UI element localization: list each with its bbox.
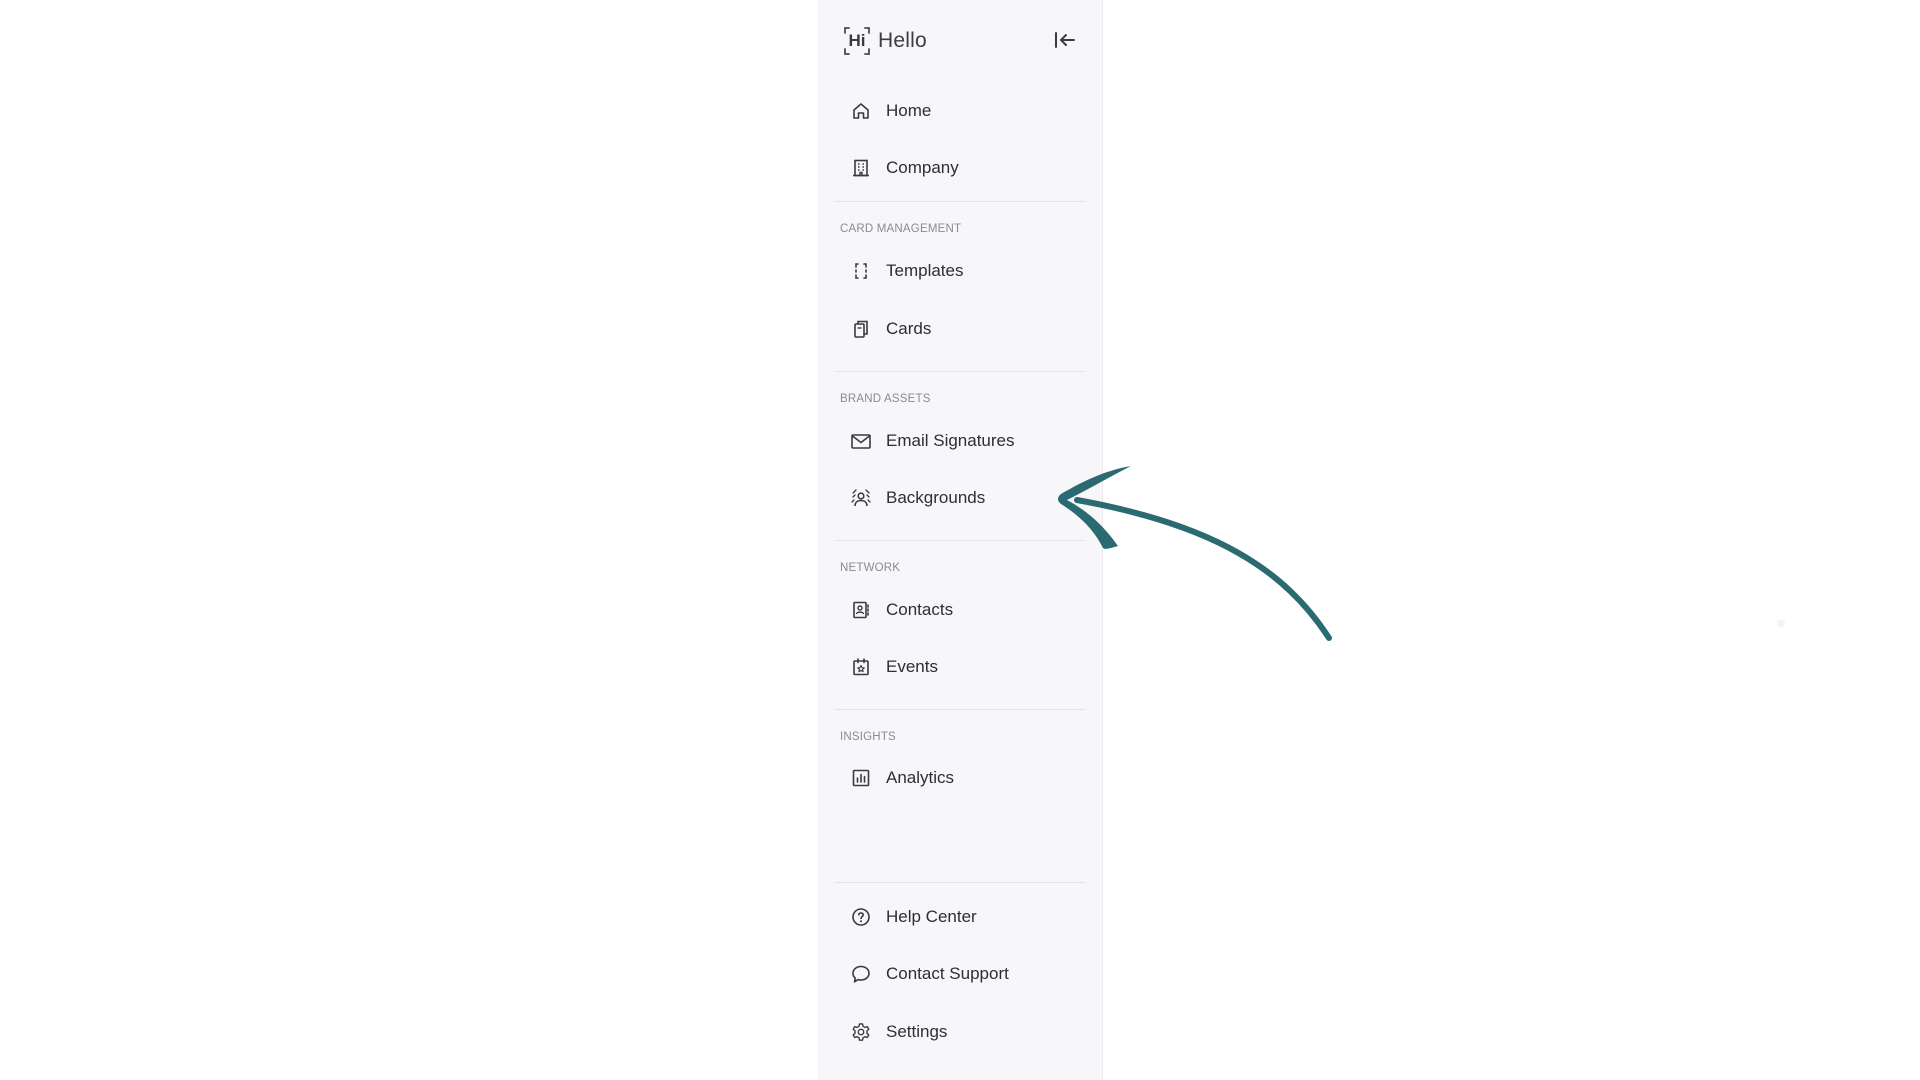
nav-item-contact-support[interactable]: Contact Support [844,954,1074,994]
divider [835,540,1085,541]
divider [835,882,1085,883]
brand[interactable]: Hi Hello [842,24,927,58]
nav-item-label: Contact Support [886,964,1009,983]
nav-item-contacts[interactable]: Contacts [844,590,1074,630]
nav-item-home[interactable]: Home [844,91,1074,131]
nav-item-help-center[interactable]: Help Center [844,897,1074,937]
calendar-star-icon [850,656,872,678]
nav-item-analytics[interactable]: Analytics [844,758,1074,798]
divider [835,371,1085,372]
nav-item-label: Cards [886,319,932,338]
contact-book-icon [850,599,872,621]
nav-item-label: Help Center [886,907,977,926]
building-icon [850,157,872,179]
divider [835,201,1085,202]
help-circle-icon [850,906,872,928]
nav-item-label: Home [886,101,932,120]
home-icon [850,100,872,122]
cards-stack-icon [850,318,872,340]
gear-icon [850,1021,872,1043]
section-title-card-management: CARD MANAGEMENT [840,223,962,235]
nav-item-label: Email Signatures [886,431,1015,450]
nav-item-label: Templates [886,261,964,280]
brand-name: Hello [878,29,927,52]
page: Hi Hello Home Company CARD MANAGEMENT Te… [0,0,1920,1080]
template-frame-icon [850,260,872,282]
nav-item-settings[interactable]: Settings [844,1012,1074,1052]
section-title-network: NETWORK [840,562,901,574]
bar-chart-icon [850,767,872,789]
chat-bubble-icon [850,963,872,985]
logo-bracket-icon [844,27,870,55]
divider [835,709,1085,710]
section-title-brand-assets: BRAND ASSETS [840,393,931,405]
nav-item-label: Events [886,657,938,676]
nav-item-templates[interactable]: Templates [844,251,1074,291]
collapse-sidebar-button[interactable] [1052,27,1078,53]
nav-item-label: Contacts [886,600,954,619]
mail-icon [850,430,872,452]
annotation-arrow [1058,466,1332,641]
background-person-icon [850,487,872,509]
nav-item-cards[interactable]: Cards [844,309,1074,349]
nav-item-backgrounds[interactable]: Backgrounds [844,478,1074,518]
nav-item-label: Backgrounds [886,488,986,507]
collapse-left-icon [1055,32,1075,48]
section-title-insights: INSIGHTS [840,731,896,743]
nav-item-label: Analytics [886,768,955,787]
nav-item-email-signatures[interactable]: Email Signatures [844,421,1074,461]
logo-mark: Hi [842,26,872,56]
nav-item-label: Settings [886,1022,948,1041]
nav-item-company[interactable]: Company [844,148,1074,188]
nav-item-events[interactable]: Events [844,647,1074,687]
decorative-dot [1777,619,1785,627]
nav-item-label: Company [886,158,959,177]
